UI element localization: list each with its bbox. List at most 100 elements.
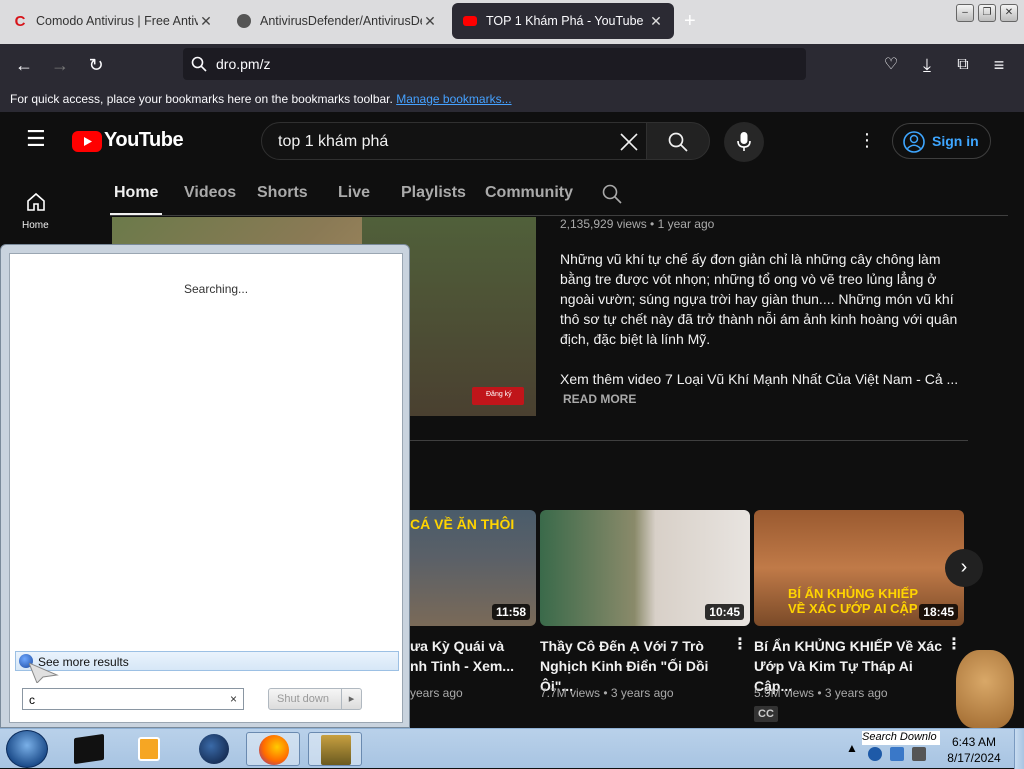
video-menu-icon[interactable]: ⋮ [732, 634, 748, 654]
tray-network-icon[interactable] [868, 747, 882, 761]
tab-shorts[interactable]: Shorts [257, 184, 308, 202]
section-divider [410, 440, 968, 441]
tray-display-icon[interactable] [890, 747, 904, 761]
video-thumbnail[interactable]: CÁ VỀ ĂN THÔI 11:58 [410, 510, 536, 626]
thumbnail-caption: CÁ VỀ ĂN THÔI [410, 516, 515, 532]
hamburger-icon[interactable]: ☰ [26, 126, 46, 152]
video-meta: 7.7M views • 3 years ago [540, 686, 674, 700]
bookmarks-bar: For quick access, place your bookmarks h… [0, 86, 1024, 112]
forward-arrow-icon[interactable]: → [49, 54, 71, 76]
youtube-logo-text[interactable]: YouTube [104, 129, 184, 152]
video-menu-icon[interactable]: ⋮ [946, 634, 962, 654]
url-bar[interactable]: dro.pm/z [183, 48, 806, 80]
clock-time: 6:43 AM [951, 735, 997, 749]
reload-icon[interactable]: ↻ [85, 54, 107, 76]
clear-search-icon[interactable] [620, 133, 638, 151]
video-meta: 5.9M views • 3 years ago [754, 686, 888, 700]
play-icon [84, 137, 92, 146]
search-box[interactable]: top 1 khám phá [261, 122, 647, 160]
tab-youtube[interactable]: TOP 1 Khám Phá - YouTube ✕ [452, 3, 674, 39]
video-thumbnail[interactable]: 10:45 [540, 510, 750, 626]
start-search-popup: Searching... See more results c × Shut d… [0, 244, 410, 728]
tab-playlists[interactable]: Playlists [401, 184, 466, 202]
search-downloads-label: Search Downlo [862, 731, 937, 743]
tab-home[interactable]: Home [114, 184, 158, 202]
account-icon [903, 131, 925, 153]
home-icon[interactable] [26, 192, 46, 212]
description-line: Những vũ khí tự chế ấy đơn giản chỉ là n… [560, 251, 941, 267]
taskbar-box-game-icon[interactable] [308, 732, 362, 766]
tab-github[interactable]: AntivirusDefender/AntivirusDef ✕ [226, 3, 448, 39]
system-clock[interactable]: 6:43 AM 8/17/2024 [938, 734, 1010, 766]
taskbar-media-player-icon[interactable] [122, 732, 176, 766]
video-meta: years ago [410, 686, 463, 700]
mouse-cursor-icon [29, 663, 59, 683]
start-search-input[interactable]: c × [22, 688, 244, 710]
back-arrow-icon[interactable]: ← [13, 54, 35, 76]
search-button[interactable] [646, 122, 710, 160]
shutdown-arrow-icon[interactable]: ▸ [341, 689, 361, 709]
url-text: dro.pm/z [216, 56, 271, 72]
comodo-icon: C [14, 12, 26, 30]
video-thumbnail[interactable]: BÍ ẨN KHỦNG KHIẾP VỀ XÁC ƯỚP AI CẬP 18:4… [754, 510, 964, 626]
github-icon [236, 13, 252, 29]
tab-title: TOP 1 Khám Phá - YouTube [486, 14, 644, 28]
description-line: thô sơ tự chết này đã trở thành nỗi ám ả… [560, 311, 958, 327]
manage-bookmarks-link[interactable]: Manage bookmarks... [396, 92, 511, 106]
active-tab-indicator [110, 213, 162, 215]
close-window-button[interactable]: ✕ [1000, 4, 1018, 22]
search-results-pane: Searching... See more results c × Shut d… [9, 253, 403, 723]
voice-search-button[interactable] [724, 122, 764, 162]
featured-meta: 2,135,929 views • 1 year ago [560, 217, 715, 231]
microphone-icon [737, 132, 751, 151]
video-title[interactable]: Thầy Cô Đến Ạ Với 7 Trò [540, 636, 730, 656]
youtube-icon [462, 13, 478, 29]
shutdown-label: Shut down [277, 693, 329, 705]
tab-title: Comodo Antivirus | Free Antivir [36, 14, 198, 28]
clock-date: 8/17/2024 [947, 751, 1001, 765]
tray-volume-icon[interactable] [912, 747, 926, 761]
download-icon[interactable]: ⤓ [916, 54, 938, 76]
youtube-logo-icon[interactable] [72, 131, 102, 152]
sidebar-home-label[interactable]: Home [22, 220, 49, 231]
close-tab-icon[interactable]: ✕ [422, 13, 438, 30]
start-button-icon[interactable] [6, 730, 48, 768]
close-tab-icon[interactable]: ✕ [648, 13, 664, 30]
video-title[interactable]: Bí Ẩn KHỦNG KHIẾP Về Xác [754, 636, 944, 656]
featured-description: Những vũ khí tự chế ấy đơn giản chỉ là n… [560, 249, 960, 349]
new-tab-button[interactable]: + [684, 10, 696, 33]
featured-more-line: Xem thêm video 7 Loại Vũ Khí Mạnh Nhất C… [560, 371, 959, 387]
close-tab-icon[interactable]: ✕ [198, 13, 214, 30]
search-downloads-box[interactable]: Search Downlo [862, 731, 940, 745]
extensions-icon[interactable]: ⧉ [952, 54, 974, 76]
next-arrow-button[interactable]: › [945, 549, 983, 587]
tab-community[interactable]: Community [485, 184, 573, 202]
navigation-bar: ← → ↻ dro.pm/z ♡ ⤓ ⧉ ≡ [0, 44, 1024, 86]
search-query-text: c [29, 693, 35, 707]
minimize-button[interactable]: – [956, 4, 974, 22]
show-hidden-icons-arrow[interactable]: ▲ [846, 741, 858, 755]
searching-status: Searching... [184, 282, 249, 296]
sign-in-button[interactable]: Sign in [892, 123, 991, 159]
subscribe-badge-text: Đăng ký [486, 391, 512, 398]
tab-videos[interactable]: Videos [184, 184, 236, 202]
tray-icons[interactable] [864, 747, 934, 765]
menu-icon[interactable]: ≡ [988, 54, 1010, 76]
taskbar-firefox-icon[interactable] [246, 732, 300, 766]
pocket-icon[interactable]: ♡ [880, 54, 902, 76]
tab-live[interactable]: Live [338, 184, 370, 202]
restore-button[interactable]: ❐ [978, 4, 996, 22]
tab-comodo[interactable]: C Comodo Antivirus | Free Antivir ✕ [2, 3, 224, 39]
description-line: ngoài vườn; súng ngựa trời hay giàn thun… [560, 291, 954, 307]
read-more-link[interactable]: READ MORE [563, 392, 636, 406]
search-icon [191, 56, 207, 72]
channel-search-icon[interactable] [602, 184, 622, 204]
clear-icon[interactable]: × [230, 692, 237, 706]
see-more-results-button[interactable]: See more results [15, 651, 399, 671]
taskbar-globe-icon[interactable] [186, 732, 240, 766]
taskbar-terminal-icon[interactable] [62, 732, 116, 766]
shutdown-button[interactable]: Shut down ▸ [268, 688, 362, 710]
more-options-icon[interactable]: ⋮ [858, 130, 876, 151]
show-desktop-button[interactable] [1014, 729, 1024, 769]
search-input[interactable]: top 1 khám phá [278, 133, 388, 151]
